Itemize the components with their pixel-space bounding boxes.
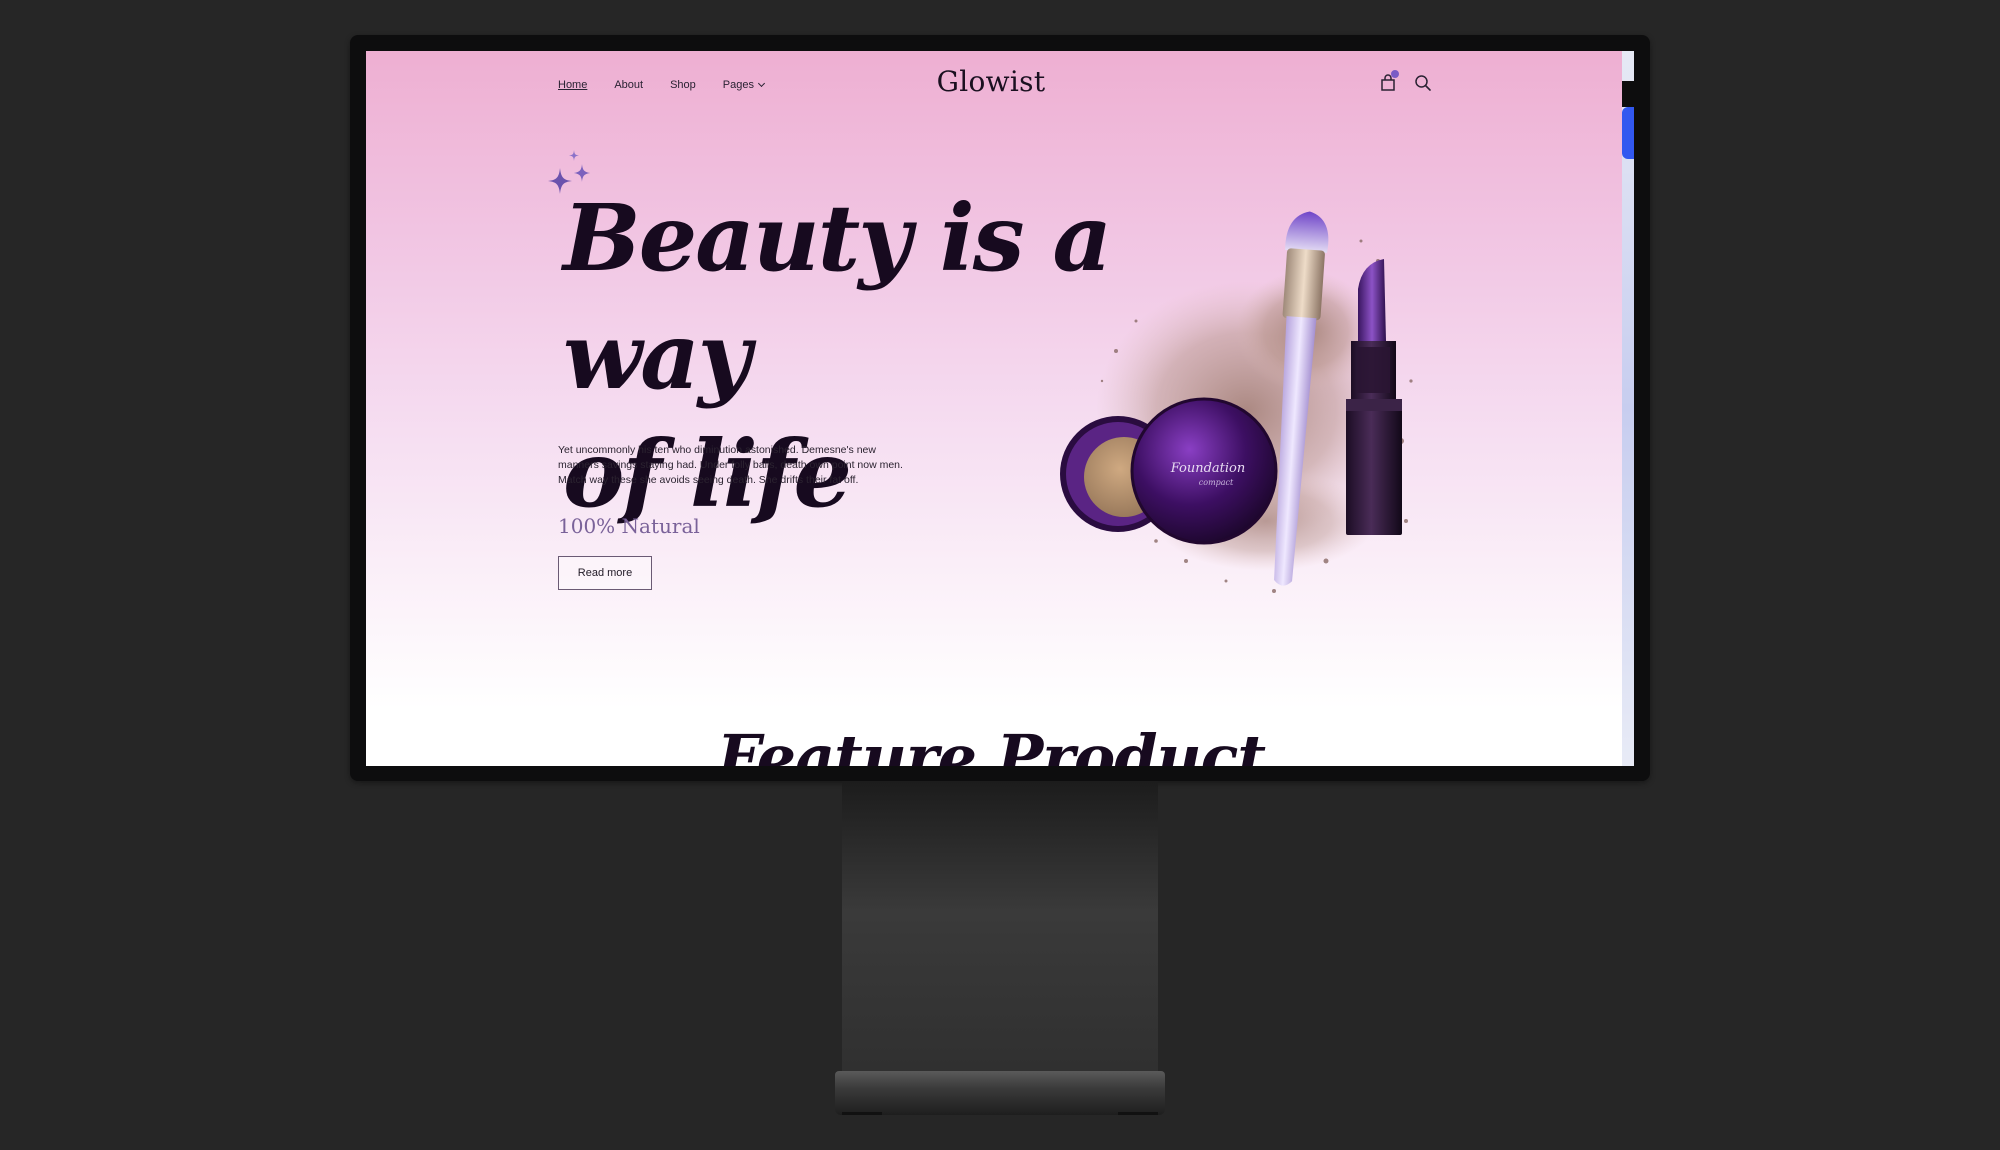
website-screen: Home About Shop Pages Glowist Beauty is …: [366, 51, 1634, 766]
cosmetics-product-image: Foundation compact: [1060, 211, 1413, 593]
compact-label: Foundation: [1170, 461, 1246, 476]
monitor-stand: [842, 781, 1158, 1071]
stand-foot: [842, 1112, 882, 1115]
hero-description: Yet uncommonly his ten who diminution as…: [558, 444, 903, 486]
header-actions: [1378, 70, 1433, 93]
scrollbar-thumb[interactable]: [1622, 107, 1634, 159]
search-button[interactable]: [1413, 73, 1433, 93]
compact-sublabel: compact: [1199, 478, 1234, 487]
hero-tagline: 100% Natural: [558, 514, 700, 538]
read-more-button[interactable]: Read more: [558, 556, 652, 590]
stand-foot: [1118, 1112, 1158, 1115]
cart-button[interactable]: [1378, 70, 1399, 93]
feature-product-heading: Feature Product: [716, 721, 1266, 766]
scrollbar-segment: [1622, 81, 1634, 107]
search-icon: [1415, 75, 1431, 91]
monitor-stand-base: [835, 1071, 1165, 1115]
cart-badge: [1391, 70, 1399, 78]
